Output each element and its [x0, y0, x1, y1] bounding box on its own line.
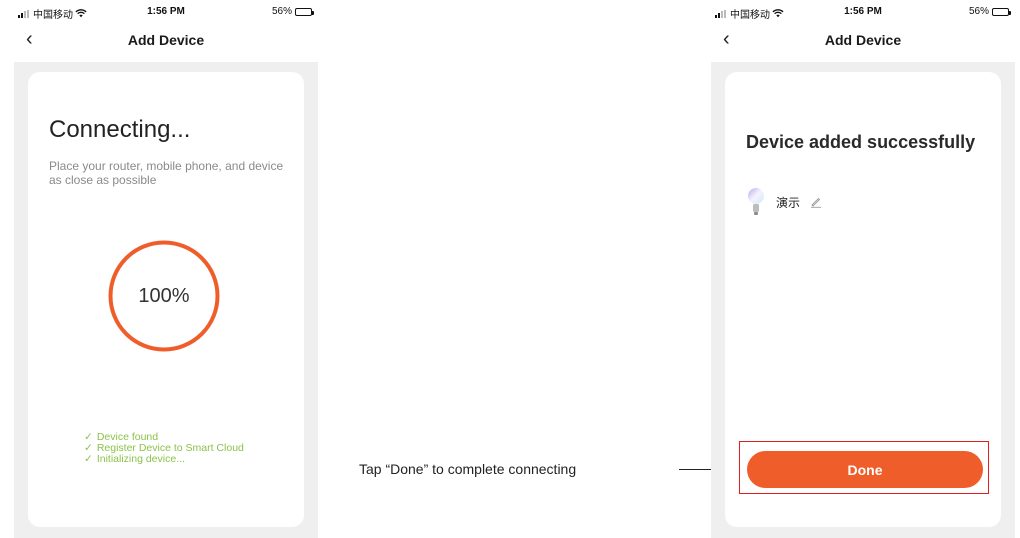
step-item: ✓ Initializing device...	[84, 454, 244, 465]
connecting-screen: 中国移动 1:56 PM 56% ‹ Add Device Connecting…	[14, 0, 318, 538]
device-name: 演示	[776, 195, 801, 210]
page-title: Add Device	[127, 32, 205, 48]
progress-percent: 100%	[138, 284, 190, 307]
success-heading: Device added successfully	[746, 132, 976, 152]
check-icon: ✓	[84, 453, 93, 465]
battery: 56%	[968, 6, 1011, 17]
battery-icon	[295, 7, 314, 16]
success-screen: 中国移动 1:56 PM 56% ‹ Add Device Device add…	[711, 0, 1015, 538]
pencil-icon[interactable]	[810, 196, 822, 208]
battery-percent: 56%	[968, 6, 989, 17]
done-button[interactable]: Done	[747, 451, 983, 488]
connecting-card: Connecting... Place your router, mobile …	[28, 72, 304, 527]
nav-bar: ‹ Add Device	[711, 28, 1015, 52]
connection-steps: ✓ Device found ✓ Register Device to Smart …	[84, 432, 244, 465]
status-bar: 中国移动 1:56 PM 56%	[14, 0, 318, 22]
battery-icon	[992, 7, 1011, 16]
battery: 56%	[271, 6, 314, 17]
status-bar: 中国移动 1:56 PM 56%	[711, 0, 1015, 22]
nav-bar: ‹ Add Device	[14, 28, 318, 52]
connecting-hint: Place your router, mobile phone, and dev…	[49, 159, 284, 187]
connecting-heading: Connecting...	[49, 116, 191, 143]
page-title: Add Device	[824, 32, 902, 48]
battery-percent: 56%	[271, 6, 292, 17]
callout-text: Tap “Done” to complete connecting	[359, 461, 577, 477]
light-bulb-icon	[748, 188, 764, 215]
device-row: 演示	[746, 186, 822, 218]
step-label: Initializing device...	[96, 453, 185, 465]
